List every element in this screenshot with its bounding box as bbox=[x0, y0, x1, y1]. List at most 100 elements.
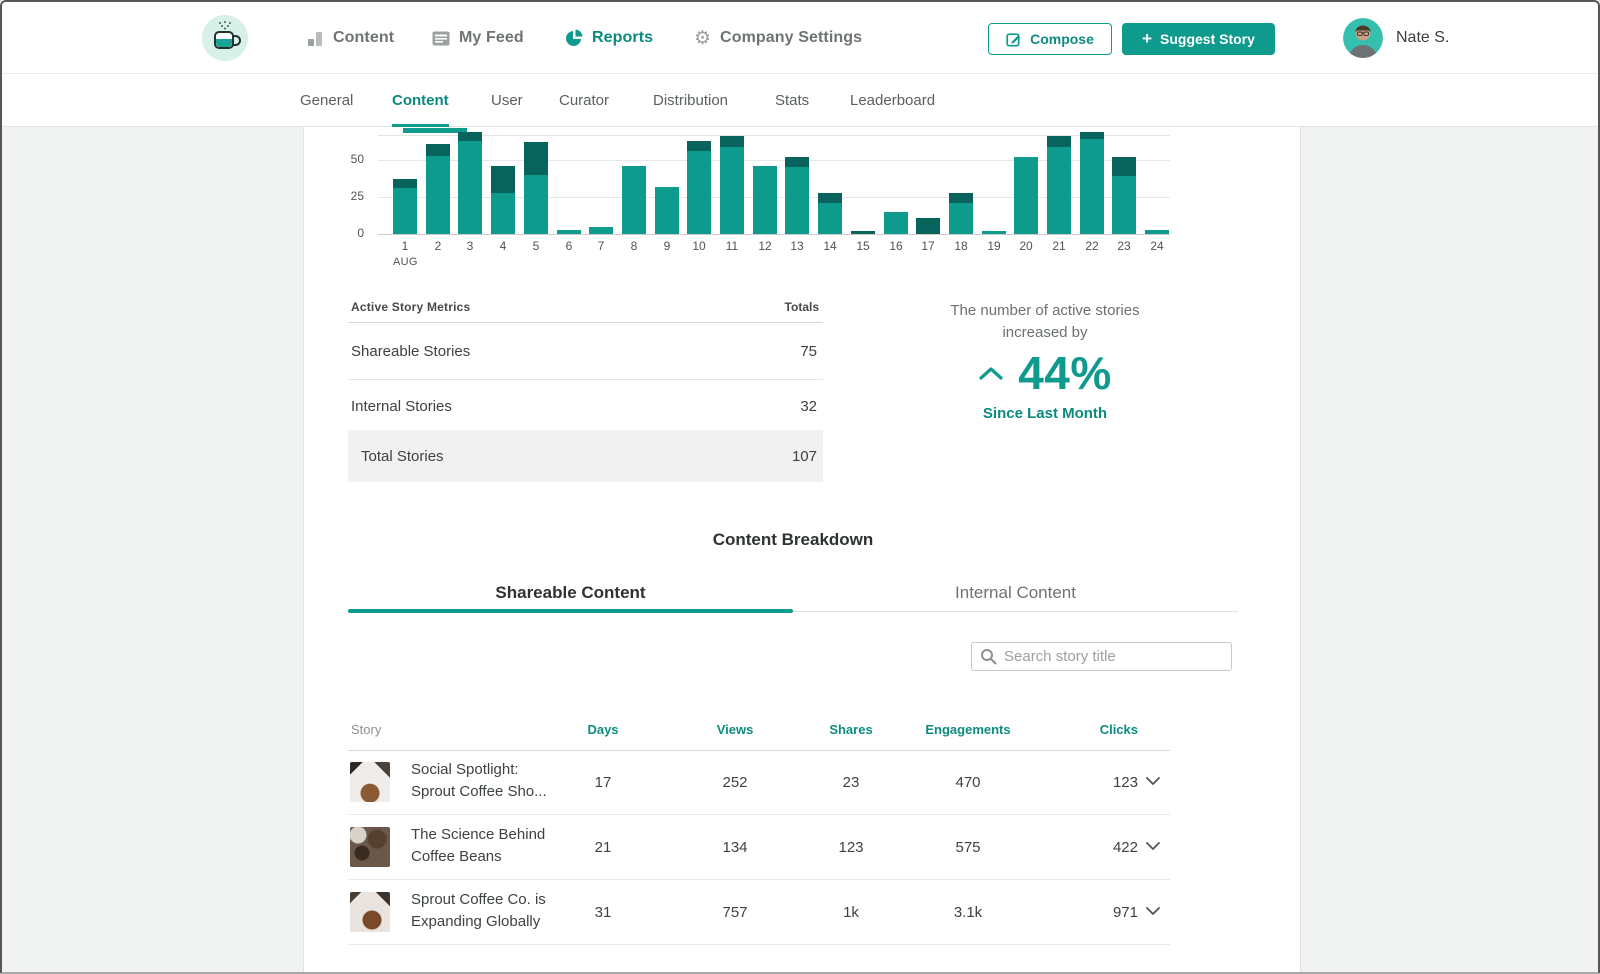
compose-label: Compose bbox=[1030, 31, 1094, 47]
x-tick-label: 19 bbox=[987, 239, 1001, 253]
subtab-leaderboard[interactable]: Leaderboard bbox=[850, 74, 935, 127]
story-engagements: 470 bbox=[955, 774, 981, 791]
subtab-general[interactable]: General bbox=[300, 74, 353, 127]
x-tick-label: 9 bbox=[663, 239, 671, 253]
metric-row-value: 32 bbox=[800, 398, 817, 415]
nav-item-my-feed[interactable]: My Feed bbox=[432, 2, 524, 74]
compose-button[interactable]: Compose bbox=[988, 23, 1112, 55]
story-thumbnail bbox=[350, 827, 390, 867]
x-tick-label: 20 bbox=[1019, 239, 1033, 253]
story-table-row[interactable]: The Science Behind Coffee Beans 21 134 12… bbox=[348, 815, 1170, 880]
story-search-box bbox=[971, 642, 1232, 671]
bar-day-16[interactable] bbox=[884, 211, 908, 234]
x-tick-label: 4 bbox=[499, 239, 507, 253]
stat-subtitle: Since Last Month bbox=[982, 405, 1108, 422]
bar-day-6[interactable] bbox=[557, 229, 581, 234]
metrics-totals-header: Totals bbox=[784, 300, 819, 314]
nav-label: My Feed bbox=[459, 29, 524, 46]
x-tick-label: 21 bbox=[1052, 239, 1066, 253]
y-tick-label: 25 bbox=[350, 189, 364, 203]
nav-item-reports[interactable]: Reports bbox=[565, 2, 653, 74]
bar-day-19[interactable] bbox=[982, 231, 1006, 234]
bar-day-22[interactable] bbox=[1080, 131, 1104, 234]
bar-day-21[interactable] bbox=[1047, 136, 1071, 234]
suggest-story-button[interactable]: + Suggest Story bbox=[1122, 23, 1275, 55]
x-tick-label: 8 bbox=[630, 239, 638, 253]
y-tick-label: 0 bbox=[357, 226, 364, 240]
plus-icon: + bbox=[1142, 29, 1153, 48]
y-tick-label: 50 bbox=[350, 152, 364, 166]
story-table-row[interactable]: Social Spotlight: Sprout Coffee Sho... 17… bbox=[348, 750, 1170, 815]
bar-day-8[interactable] bbox=[622, 165, 646, 234]
tab-label: Shareable Content bbox=[495, 583, 646, 602]
bar-day-18[interactable] bbox=[949, 192, 973, 234]
story-shares: 1k bbox=[843, 904, 859, 921]
nav-item-company-settings[interactable]: ⚙ Company Settings bbox=[694, 2, 862, 74]
bar-day-3[interactable] bbox=[458, 131, 482, 234]
bar-day-15[interactable] bbox=[851, 231, 875, 234]
bar-day-24[interactable] bbox=[1145, 229, 1169, 234]
chevron-down-icon[interactable] bbox=[1145, 906, 1161, 916]
nav-label: Content bbox=[333, 29, 395, 46]
stat-caption-line1: The number of active stories bbox=[950, 302, 1140, 319]
stat-percentage: 44% bbox=[1018, 347, 1112, 399]
bar-day-5[interactable] bbox=[524, 142, 548, 234]
bar-day-9[interactable] bbox=[655, 186, 679, 234]
divider bbox=[348, 379, 823, 380]
bar-day-4[interactable] bbox=[491, 165, 515, 234]
x-tick-label: 5 bbox=[532, 239, 540, 253]
bar-day-13[interactable] bbox=[785, 157, 809, 234]
story-shares: 123 bbox=[838, 839, 864, 856]
x-tick-label: 7 bbox=[597, 239, 605, 253]
app-window: Content My Feed Reports ⚙ Company Settin… bbox=[0, 0, 1600, 974]
subtab-stats[interactable]: Stats bbox=[775, 74, 809, 127]
subtab-curator[interactable]: Curator bbox=[559, 74, 609, 127]
x-tick-label: 1 bbox=[401, 239, 409, 253]
chevron-down-icon[interactable] bbox=[1145, 841, 1161, 851]
nav-label: Reports bbox=[592, 29, 654, 46]
search-input[interactable] bbox=[1004, 648, 1231, 665]
x-tick-label: 2 bbox=[434, 239, 442, 253]
bar-day-12[interactable] bbox=[753, 165, 777, 234]
x-tick-label: 24 bbox=[1150, 239, 1164, 253]
metric-row-value: 75 bbox=[800, 343, 817, 360]
story-days: 31 bbox=[594, 904, 612, 921]
x-tick-label: 6 bbox=[565, 239, 573, 253]
bar-day-7[interactable] bbox=[589, 226, 613, 234]
nav-label: Company Settings bbox=[720, 29, 863, 46]
tab-shareable-content[interactable]: Shareable Content bbox=[348, 557, 793, 613]
content-breakdown-tabs: Shareable Content Internal Content bbox=[348, 557, 1238, 615]
story-thumbnail bbox=[350, 892, 390, 932]
bar-day-1[interactable] bbox=[393, 179, 417, 234]
bar-day-2[interactable] bbox=[426, 143, 450, 234]
tab-label: Internal Content bbox=[955, 583, 1076, 602]
story-clicks: 123 bbox=[1112, 774, 1138, 791]
x-tick-label: 3 bbox=[466, 239, 474, 253]
user-name[interactable]: Nate S. bbox=[1396, 29, 1449, 47]
subtab-content[interactable]: Content bbox=[392, 74, 449, 127]
story-clicks: 422 bbox=[1112, 839, 1138, 856]
story-title: Sprout Coffee Co. is Expanding Globally bbox=[411, 891, 546, 930]
story-views: 252 bbox=[722, 774, 748, 791]
bar-day-14[interactable] bbox=[818, 192, 842, 234]
bar-day-10[interactable] bbox=[687, 140, 711, 234]
x-tick-label: 17 bbox=[921, 239, 935, 253]
brand-logo[interactable] bbox=[202, 15, 248, 61]
nav-item-content[interactable]: Content bbox=[307, 2, 394, 74]
subtab-user[interactable]: User bbox=[491, 74, 523, 127]
bar-day-20[interactable] bbox=[1014, 157, 1038, 234]
story-clicks: 971 bbox=[1112, 904, 1138, 921]
x-tick-label: 12 bbox=[758, 239, 772, 253]
bar-day-11[interactable] bbox=[720, 136, 744, 234]
metric-total-label: Total Stories bbox=[361, 448, 444, 465]
chevron-down-icon[interactable] bbox=[1145, 776, 1161, 786]
main-area: 0 25 50 1 2 3 4 5 6 7 8 9 10 11 12 13 14 15 16 17 18 19 20 21 2… bbox=[2, 127, 1598, 972]
user-avatar[interactable] bbox=[1343, 18, 1383, 58]
tab-internal-content[interactable]: Internal Content bbox=[793, 557, 1238, 613]
story-days: 17 bbox=[594, 774, 612, 791]
bar-day-17[interactable] bbox=[916, 217, 940, 234]
axis-baseline bbox=[378, 234, 1170, 235]
subtab-distribution[interactable]: Distribution bbox=[653, 74, 728, 127]
bar-day-23[interactable] bbox=[1112, 157, 1136, 234]
story-table-row[interactable]: Sprout Coffee Co. is Expanding Globally 3… bbox=[348, 880, 1170, 945]
